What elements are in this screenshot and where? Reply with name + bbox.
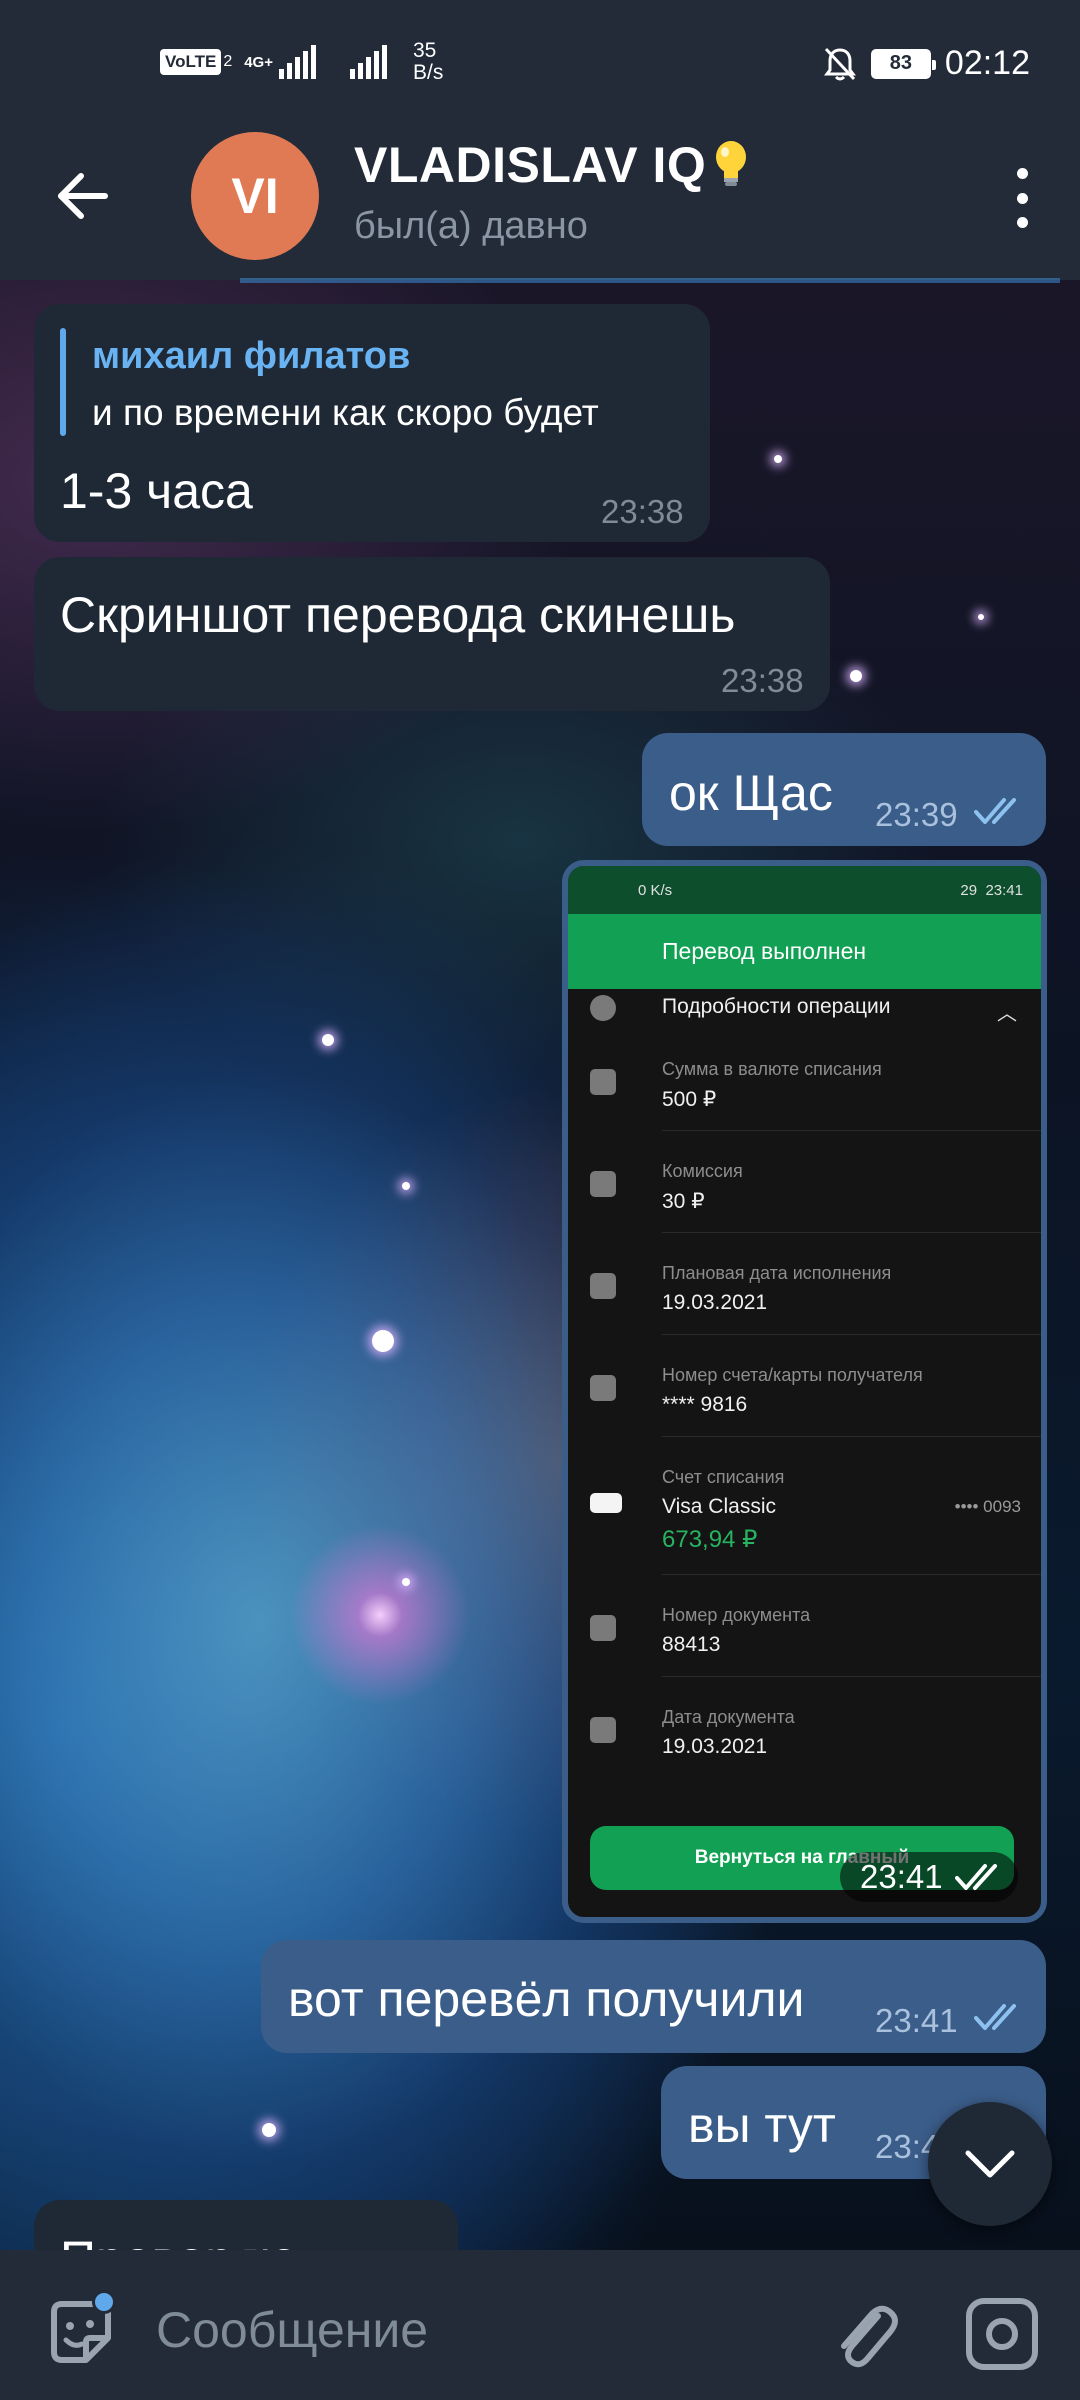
dots-icon: [590, 1171, 616, 1197]
embedded-row-label: Плановая дата исполнения: [662, 1263, 892, 1283]
embedded-row: Номер счета/карты получателя **** 9816: [590, 1335, 1041, 1437]
wallpaper-star: [262, 2123, 276, 2137]
more-options-icon[interactable]: [1012, 168, 1032, 228]
camera-icon[interactable]: [966, 2298, 1038, 2370]
embedded-status-bar: 0 K/s 29 23:41: [568, 866, 1041, 914]
message-text: Проверяю: [60, 2230, 297, 2250]
embedded-section: Подробности операции ︿: [590, 989, 1041, 1029]
wallpaper-star: [774, 455, 782, 463]
message-input[interactable]: [156, 2300, 796, 2360]
embedded-section-title: Подробности операции: [662, 995, 891, 1018]
reply-quote-bar: [60, 328, 66, 436]
card-icon: [590, 1375, 616, 1401]
message-time: 23:38: [601, 493, 684, 530]
wallpaper-star: [322, 1034, 334, 1046]
bell-off-icon: [823, 47, 856, 80]
chevron-up-icon: ︿: [997, 1003, 1017, 1025]
wallpaper-star: [978, 614, 984, 620]
dots-icon: [590, 1615, 616, 1641]
message-time: 23:38: [721, 662, 804, 699]
embedded-row-value: 19.03.2021: [662, 1735, 768, 1758]
read-checkmarks-icon: [954, 1864, 997, 1890]
moneybag-icon: [590, 1069, 616, 1095]
message-text: 1-3 часа: [60, 463, 253, 519]
embedded-title: Перевод выполнен: [568, 914, 1041, 989]
status-bar: VoLTE 2 4G+ 35 B/s 83 02:12: [0, 0, 1080, 110]
message-input-bar: [0, 2250, 1080, 2400]
wallpaper-star: [850, 670, 862, 682]
embedded-row-label: Номер счета/карты получателя: [662, 1365, 923, 1385]
embedded-row-value: 19.03.2021: [662, 1291, 768, 1314]
scroll-down-button[interactable]: [928, 2102, 1052, 2226]
embedded-row-value: 500 ₽: [662, 1088, 717, 1111]
read-checkmarks-icon: [974, 798, 1016, 824]
embedded-row: Сумма в валюте списания 500 ₽: [590, 1029, 1041, 1131]
net-speed-unit: B/s: [413, 61, 444, 84]
message-time: 23:39: [875, 796, 958, 833]
wallpaper-star: [402, 1578, 410, 1586]
signal-icon: [279, 45, 316, 79]
message-time: 23:41: [860, 1858, 943, 1895]
paperclip-icon[interactable]: [830, 2294, 900, 2374]
message-text: Скриншот перевода скинешь: [60, 587, 736, 643]
embedded-status-right: 29 23:41: [960, 882, 1023, 899]
contact-name[interactable]: VLADISLAV IQ: [354, 136, 748, 194]
status-right: 83 02:12: [823, 44, 1030, 83]
contact-name-text: VLADISLAV IQ: [354, 137, 707, 193]
embedded-row-label: Сумма в валюте списания: [662, 1059, 882, 1079]
battery-icon: 83: [870, 48, 936, 79]
embedded-time: 23:41: [985, 881, 1023, 899]
embedded-row: Комиссия 30 ₽: [590, 1131, 1041, 1233]
embedded-card-suffix: •••• 0093: [954, 1497, 1021, 1516]
back-arrow-icon[interactable]: [55, 168, 111, 224]
status-time: 02:12: [944, 44, 1030, 82]
embedded-battery: 29: [960, 881, 978, 899]
net-speed: 35 B/s: [413, 40, 443, 84]
read-checkmarks-icon: [974, 2004, 1016, 2030]
image-time-badge: 23:41: [840, 1852, 1018, 1902]
new-stickers-badge: [92, 2290, 116, 2314]
embedded-balance: 673,94 ₽: [662, 1526, 758, 1553]
sim-index: 2: [223, 53, 233, 70]
calendar-icon: [590, 1273, 616, 1299]
embedded-row: Счет списания Visa Classic •••• 0093 673…: [590, 1437, 1041, 1575]
embedded-row: Номер документа 88413: [590, 1575, 1041, 1677]
net-speed-value: 35: [413, 39, 437, 62]
embedded-row-label: Комиссия: [662, 1161, 743, 1181]
volte-indicator: VoLTE: [160, 49, 222, 75]
embedded-row: Дата документа 19.03.2021: [590, 1677, 1041, 1779]
dots-icon: [590, 1717, 616, 1743]
info-icon: [590, 995, 616, 1021]
header-divider: [240, 278, 1060, 283]
avatar[interactable]: VI: [191, 132, 319, 260]
chevron-down-icon: [965, 2150, 1015, 2178]
embedded-row-value: 30 ₽: [662, 1190, 705, 1213]
embedded-row: Плановая дата исполнения 19.03.2021: [590, 1233, 1041, 1335]
message-text: вот перевёл получили: [288, 1971, 805, 2027]
lightbulb-icon: [716, 141, 747, 186]
visa-icon: [590, 1493, 622, 1513]
reply-quote-text[interactable]: и по времени как скоро будет: [92, 392, 599, 434]
network-type: 4G+: [244, 53, 273, 71]
signal-icon-2: [350, 45, 387, 79]
message-text: ок Щас: [669, 765, 833, 821]
chat-header: VI VLADISLAV IQ был(а) давно: [0, 110, 1080, 283]
contact-status: был(а) давно: [354, 205, 588, 247]
status-left: VoLTE 2 4G+ 35 B/s: [160, 40, 443, 84]
message-text: вы тут: [688, 2097, 836, 2153]
embedded-status-speed: 0 K/s: [638, 881, 673, 899]
image-message[interactable]: 0 K/s 29 23:41 Перевод выполнен Подробно…: [562, 860, 1047, 1923]
wallpaper-star: [402, 1182, 410, 1190]
embedded-row-value: Visa Classic: [662, 1495, 776, 1518]
embedded-row-label: Номер документа: [662, 1605, 811, 1625]
embedded-row-value: **** 9816: [662, 1393, 748, 1416]
reply-author[interactable]: михаил филатов: [92, 335, 410, 378]
message-time: 23:41: [875, 2002, 958, 2039]
incoming-message-partial[interactable]: Проверяю: [34, 2200, 458, 2250]
embedded-row-value: 88413: [662, 1633, 721, 1656]
embedded-row-label: Счет списания: [662, 1467, 785, 1487]
embedded-row-label: Дата документа: [662, 1707, 795, 1727]
wallpaper-star: [372, 1330, 394, 1352]
